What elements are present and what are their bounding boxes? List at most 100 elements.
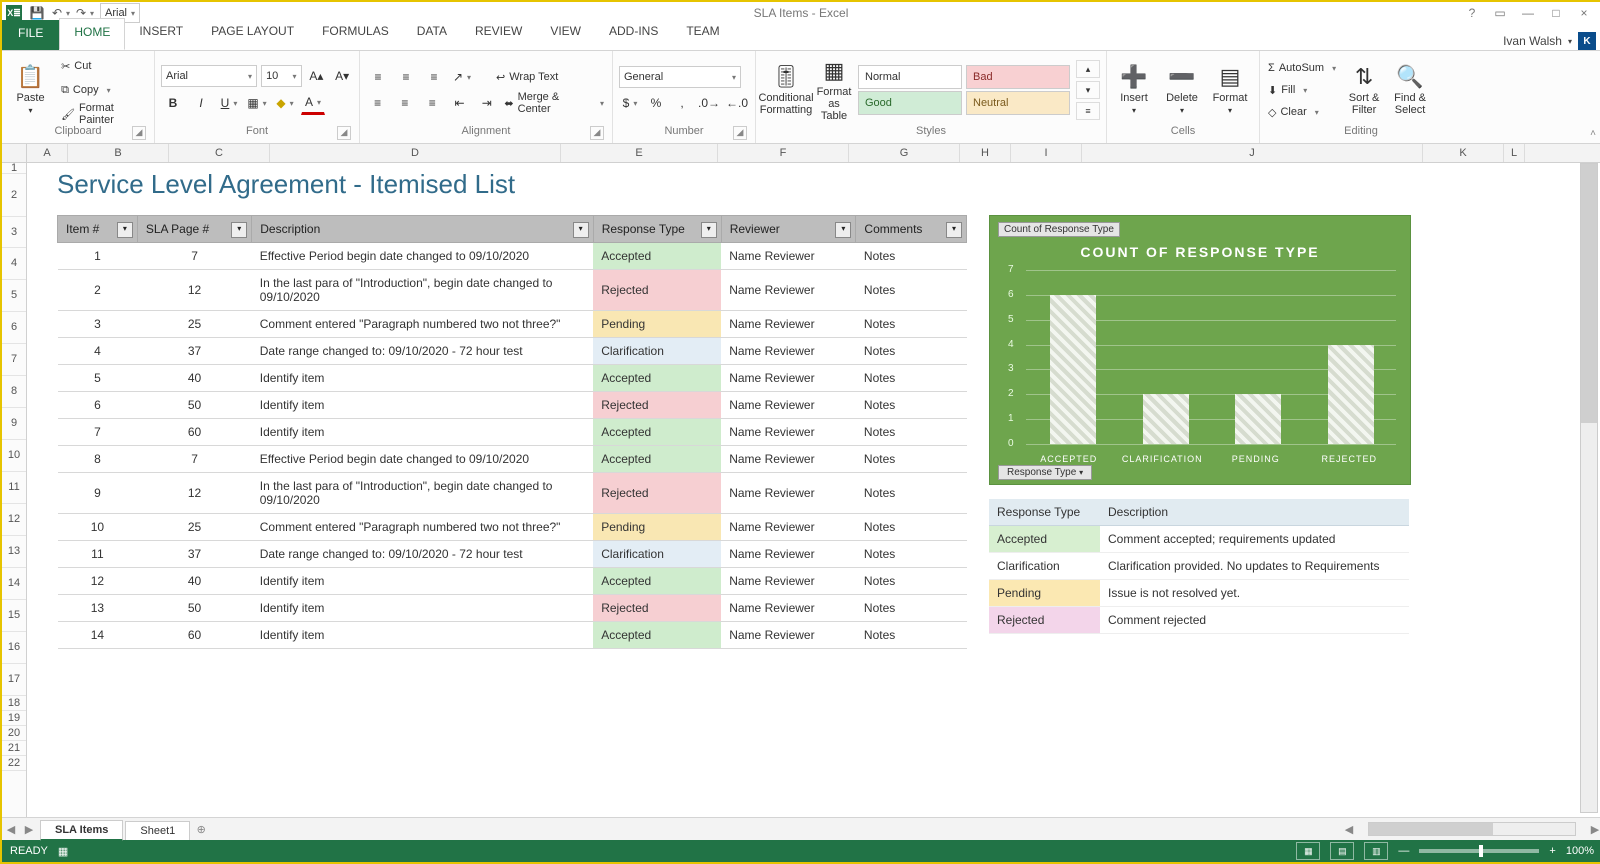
sheet-prev-icon[interactable]: ◀: [2, 823, 20, 836]
styles-more-icon[interactable]: ≡: [1076, 102, 1100, 120]
conditional-formatting-button[interactable]: 🎚Conditional Formatting: [762, 55, 810, 125]
font-name-select[interactable]: Arial▾: [161, 65, 257, 87]
underline-button[interactable]: U▾: [217, 92, 241, 114]
percent-format-icon[interactable]: %: [645, 92, 667, 114]
row-header[interactable]: 22: [2, 756, 26, 771]
table-row[interactable]: 212In the last para of "Introduction", b…: [58, 270, 967, 311]
column-header[interactable]: I: [1011, 144, 1082, 162]
row-header[interactable]: 10: [2, 440, 26, 472]
column-header[interactable]: E: [561, 144, 718, 162]
column-header[interactable]: J: [1082, 144, 1423, 162]
clear-button[interactable]: ◇Clear▾: [1266, 102, 1338, 122]
align-middle-icon[interactable]: ≡: [394, 66, 418, 88]
comma-format-icon[interactable]: ,: [671, 92, 693, 114]
column-header[interactable]: D: [270, 144, 561, 162]
zoom-level[interactable]: 100%: [1566, 845, 1594, 857]
chart-bar[interactable]: [1328, 345, 1374, 444]
number-launcher-icon[interactable]: ◢: [733, 126, 747, 140]
tab-page-layout[interactable]: PAGE LAYOUT: [197, 18, 308, 48]
collapse-ribbon-icon[interactable]: ˄: [1590, 128, 1596, 139]
table-header[interactable]: Item #▾: [58, 216, 138, 243]
row-header[interactable]: 9: [2, 408, 26, 440]
table-row[interactable]: 17Effective Period begin date changed to…: [58, 243, 967, 270]
filter-dropdown-icon[interactable]: ▾: [835, 222, 851, 238]
find-select-button[interactable]: 🔍Find & Select: [1390, 55, 1430, 125]
tab-review[interactable]: REVIEW: [461, 18, 536, 48]
column-header[interactable]: C: [169, 144, 270, 162]
orientation-icon[interactable]: ↗▾: [450, 66, 474, 88]
spreadsheet-grid[interactable]: ABCDEFGHIJKL 123456789101112131415161718…: [2, 144, 1600, 817]
fill-color-button[interactable]: ◆▾: [273, 92, 297, 114]
view-normal-icon[interactable]: ▦: [1296, 842, 1320, 860]
row-header[interactable]: 11: [2, 472, 26, 504]
chart-bar[interactable]: [1050, 295, 1096, 444]
ribbon-display-icon[interactable]: ▭: [1490, 6, 1510, 20]
zoom-slider[interactable]: [1419, 849, 1539, 853]
chart-field-button-axis[interactable]: Response Type ▾: [998, 465, 1092, 480]
cut-button[interactable]: ✂Cut: [59, 56, 148, 76]
sheet-next-icon[interactable]: ▶: [20, 823, 38, 836]
font-size-select[interactable]: 10▾: [261, 65, 301, 87]
row-header[interactable]: 6: [2, 312, 26, 344]
column-header[interactable]: F: [718, 144, 849, 162]
tab-home[interactable]: HOME: [59, 18, 125, 50]
chart-bar[interactable]: [1235, 394, 1281, 444]
font-color-button[interactable]: A▾: [301, 91, 325, 115]
column-header[interactable]: H: [960, 144, 1011, 162]
table-row[interactable]: 1350Identify itemRejectedName ReviewerNo…: [58, 595, 967, 622]
row-header[interactable]: 19: [2, 711, 26, 726]
row-header[interactable]: 18: [2, 696, 26, 711]
align-center-icon[interactable]: ≡: [393, 92, 416, 114]
table-row[interactable]: 1137Date range changed to: 09/10/2020 - …: [58, 541, 967, 568]
chart[interactable]: Count of Response Type COUNT OF RESPONSE…: [989, 215, 1411, 485]
alignment-launcher-icon[interactable]: ◢: [590, 126, 604, 140]
row-header[interactable]: 8: [2, 376, 26, 408]
close-icon[interactable]: ×: [1574, 6, 1594, 20]
accounting-format-icon[interactable]: $▾: [619, 92, 641, 114]
row-header[interactable]: 2: [2, 174, 26, 217]
tab-view[interactable]: VIEW: [536, 18, 595, 48]
tab-add-ins[interactable]: ADD-INS: [595, 18, 672, 48]
grow-font-icon[interactable]: A▴: [306, 65, 328, 87]
table-row[interactable]: 760Identify itemAcceptedName ReviewerNot…: [58, 419, 967, 446]
row-header[interactable]: 5: [2, 280, 26, 312]
row-header[interactable]: 14: [2, 568, 26, 600]
hscroll-left-icon[interactable]: ◀: [1342, 823, 1356, 836]
merge-center-button[interactable]: ⬌Merge & Center▾: [502, 93, 606, 113]
style-neutral[interactable]: Neutral: [966, 91, 1070, 115]
row-header[interactable]: 3: [2, 217, 26, 248]
row-header[interactable]: 1: [2, 163, 26, 174]
format-as-table-button[interactable]: ▦Format as Table: [816, 55, 852, 125]
column-header[interactable]: G: [849, 144, 960, 162]
delete-cells-button[interactable]: ➖Delete▾: [1161, 55, 1203, 125]
column-header[interactable]: K: [1423, 144, 1504, 162]
format-cells-button[interactable]: ▤Format▾: [1209, 55, 1251, 125]
row-header[interactable]: 7: [2, 344, 26, 376]
style-bad[interactable]: Bad: [966, 65, 1070, 89]
clipboard-launcher-icon[interactable]: ◢: [132, 126, 146, 140]
table-row[interactable]: 1460Identify itemAcceptedName ReviewerNo…: [58, 622, 967, 649]
table-header[interactable]: SLA Page #▾: [137, 216, 251, 243]
row-header[interactable]: 21: [2, 741, 26, 756]
copy-button[interactable]: ⧉Copy▾: [59, 80, 148, 100]
tab-file[interactable]: FILE: [2, 20, 59, 50]
filter-dropdown-icon[interactable]: ▾: [231, 222, 247, 238]
tab-insert[interactable]: INSERT: [125, 18, 197, 48]
wrap-text-button[interactable]: ↩Wrap Text: [494, 67, 560, 87]
table-row[interactable]: 87Effective Period begin date changed to…: [58, 446, 967, 473]
table-header[interactable]: Comments▾: [856, 216, 967, 243]
decrease-indent-icon[interactable]: ⇤: [448, 92, 471, 114]
table-row[interactable]: 437Date range changed to: 09/10/2020 - 7…: [58, 338, 967, 365]
sheet-tab[interactable]: Sheet1: [125, 821, 190, 840]
chart-field-button-count[interactable]: Count of Response Type: [998, 222, 1120, 237]
vertical-scrollbar[interactable]: [1580, 163, 1598, 813]
maximize-icon[interactable]: □: [1546, 6, 1566, 20]
row-header[interactable]: 16: [2, 632, 26, 664]
hscroll-right-icon[interactable]: ▶: [1588, 823, 1600, 836]
style-good[interactable]: Good: [858, 91, 962, 115]
table-row[interactable]: 325Comment entered "Paragraph numbered t…: [58, 311, 967, 338]
style-normal[interactable]: Normal: [858, 65, 962, 89]
decrease-decimal-icon[interactable]: ←.0: [725, 92, 749, 114]
insert-cells-button[interactable]: ➕Insert▾: [1113, 55, 1155, 125]
format-painter-button[interactable]: 🖌Format Painter: [59, 104, 148, 124]
